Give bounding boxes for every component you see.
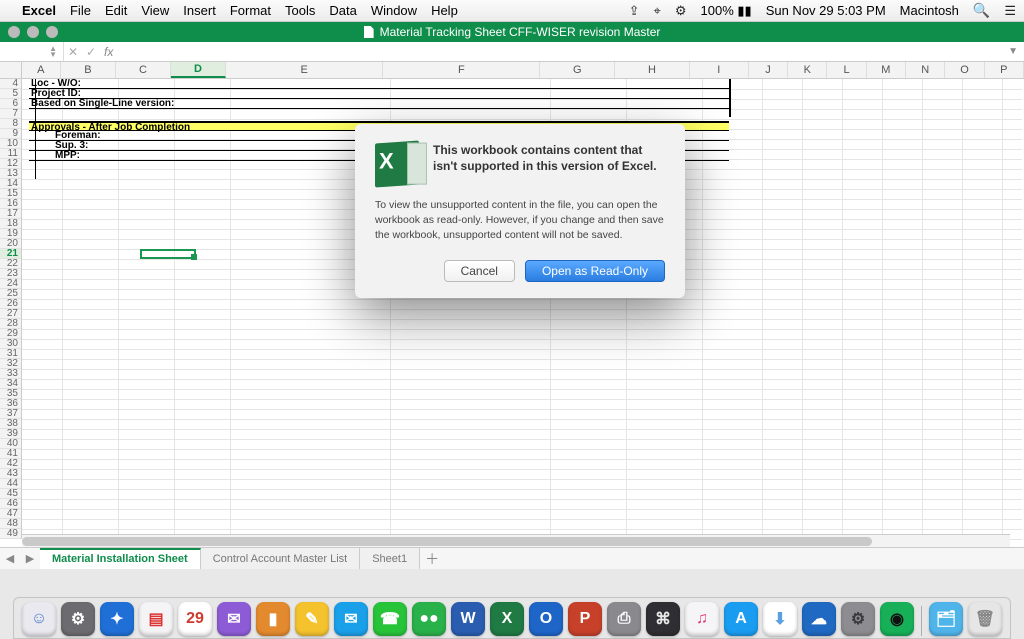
cancel-formula-icon[interactable]: ✕ (64, 45, 82, 59)
dock-app[interactable]: ⚙ (841, 602, 875, 636)
dock-app[interactable]: ⌘ (646, 602, 680, 636)
dock: ☺⚙✦▤29✉▮✎✉☎●●WXOP⎙⌘♫A⬇☁⚙◉🗂🗑 (0, 597, 1024, 639)
dock-app[interactable]: ⚙ (61, 602, 95, 636)
dock-app[interactable]: ●● (412, 602, 446, 636)
wifi-icon[interactable]: ⚙ (675, 3, 687, 19)
column-headers[interactable]: ABCDEFGHIJKLMNOP (0, 62, 1024, 79)
dock-app[interactable]: ◉ (880, 602, 914, 636)
menu-window[interactable]: Window (371, 3, 417, 18)
menu-view[interactable]: View (141, 3, 169, 18)
dock-app[interactable]: W (451, 602, 485, 636)
window-title: Material Tracking Sheet CFF-WISER revisi… (380, 25, 661, 39)
window-titlebar: Material Tracking Sheet CFF-WISER revisi… (0, 22, 1024, 42)
selected-cell[interactable] (140, 249, 196, 259)
battery-status[interactable]: 100% ▮▮ (701, 3, 752, 19)
dock-app[interactable]: ⬇ (763, 602, 797, 636)
spotlight-icon[interactable]: 🔍 (973, 2, 990, 19)
row-headers[interactable]: 4567891011121314151617181920212223242526… (0, 79, 22, 539)
menu-edit[interactable]: Edit (105, 3, 127, 18)
dock-app[interactable]: ✉ (217, 602, 251, 636)
formula-bar: ▲▼ ✕ ✓ fx ▼ (0, 42, 1024, 62)
col-header-G[interactable]: G (540, 62, 615, 78)
dock-app[interactable]: ▤ (139, 602, 173, 636)
add-sheet-button[interactable]: ＋ (420, 549, 444, 569)
dock-app[interactable]: ☺ (22, 602, 56, 636)
tab-prev[interactable]: ◀ (0, 552, 20, 565)
col-header-B[interactable]: B (61, 62, 116, 78)
col-header-J[interactable]: J (749, 62, 788, 78)
dock-app[interactable]: ☁ (802, 602, 836, 636)
scrollbar-thumb[interactable] (22, 537, 872, 546)
col-header-O[interactable]: O (945, 62, 984, 78)
dock-app[interactable]: ♫ (685, 602, 719, 636)
dialog-body: To view the unsupported content in the f… (375, 198, 665, 244)
app-menu[interactable]: Excel (22, 3, 56, 18)
dock-app[interactable]: A (724, 602, 758, 636)
content-row: Based on Single-Line version: (29, 99, 729, 109)
menu-insert[interactable]: Insert (183, 3, 216, 18)
col-header-P[interactable]: P (985, 62, 1024, 78)
dock-app[interactable]: ✦ (100, 602, 134, 636)
col-header-C[interactable]: C (116, 62, 171, 78)
col-header-L[interactable]: L (827, 62, 866, 78)
dock-app[interactable]: ✎ (295, 602, 329, 636)
content-row: Loc - W/O: (29, 79, 729, 89)
col-header-E[interactable]: E (226, 62, 383, 78)
menu-file[interactable]: File (70, 3, 91, 18)
user-menu[interactable]: Macintosh (900, 3, 959, 18)
cancel-button[interactable]: Cancel (444, 260, 515, 282)
menu-data[interactable]: Data (329, 3, 356, 18)
dock-app[interactable]: ✉ (334, 602, 368, 636)
col-header-K[interactable]: K (788, 62, 827, 78)
notification-center-icon[interactable]: ☰ (1004, 3, 1016, 19)
clock[interactable]: Sun Nov 29 5:03 PM (766, 3, 886, 18)
col-header-A[interactable]: A (22, 62, 61, 78)
dock-app[interactable]: X (490, 602, 524, 636)
col-header-I[interactable]: I (690, 62, 749, 78)
expand-formula-bar[interactable]: ▼ (1008, 46, 1024, 57)
sheet-tab-strip: ◀ ▶ Material Installation SheetControl A… (0, 547, 1024, 569)
sheet-tab[interactable]: Control Account Master List (201, 548, 361, 569)
name-box[interactable]: ▲▼ (0, 42, 64, 61)
select-all-corner[interactable] (0, 62, 22, 78)
col-header-M[interactable]: M (867, 62, 906, 78)
dock-app[interactable]: ⎙ (607, 602, 641, 636)
open-read-only-button[interactable]: Open as Read-Only (525, 260, 665, 282)
menu-tools[interactable]: Tools (285, 3, 315, 18)
bluetooth-icon[interactable]: ⌖ (654, 3, 661, 19)
dock-app[interactable]: ☎ (373, 602, 407, 636)
col-header-D[interactable]: D (171, 62, 226, 78)
excel-app-icon (375, 140, 419, 187)
dock-app[interactable]: O (529, 602, 563, 636)
macos-menubar: Excel File Edit View Insert Format Tools… (0, 0, 1024, 22)
airplay-icon[interactable]: ⇪ (629, 3, 640, 19)
row-header-49[interactable]: 49 (0, 529, 21, 539)
dock-app[interactable]: ▮ (256, 602, 290, 636)
menu-format[interactable]: Format (230, 3, 271, 18)
tab-next[interactable]: ▶ (20, 552, 40, 565)
col-header-F[interactable]: F (383, 62, 540, 78)
sheet-tab[interactable]: Material Installation Sheet (40, 548, 201, 569)
dialog-title: This workbook contains content that isn'… (433, 142, 665, 186)
col-header-H[interactable]: H (615, 62, 690, 78)
unsupported-content-dialog: This workbook contains content that isn'… (355, 124, 685, 298)
fx-label[interactable]: fx (100, 45, 117, 59)
dock-app[interactable]: P (568, 602, 602, 636)
accept-formula-icon[interactable]: ✓ (82, 45, 100, 59)
col-header-N[interactable]: N (906, 62, 945, 78)
dock-app[interactable]: 🗂 (929, 602, 963, 636)
dock-app[interactable]: 29 (178, 602, 212, 636)
horizontal-scrollbar[interactable] (22, 534, 1010, 547)
dock-app[interactable]: 🗑 (968, 602, 1002, 636)
sheet-tab[interactable]: Sheet1 (360, 548, 420, 569)
menu-help[interactable]: Help (431, 3, 458, 18)
document-icon (364, 26, 374, 38)
